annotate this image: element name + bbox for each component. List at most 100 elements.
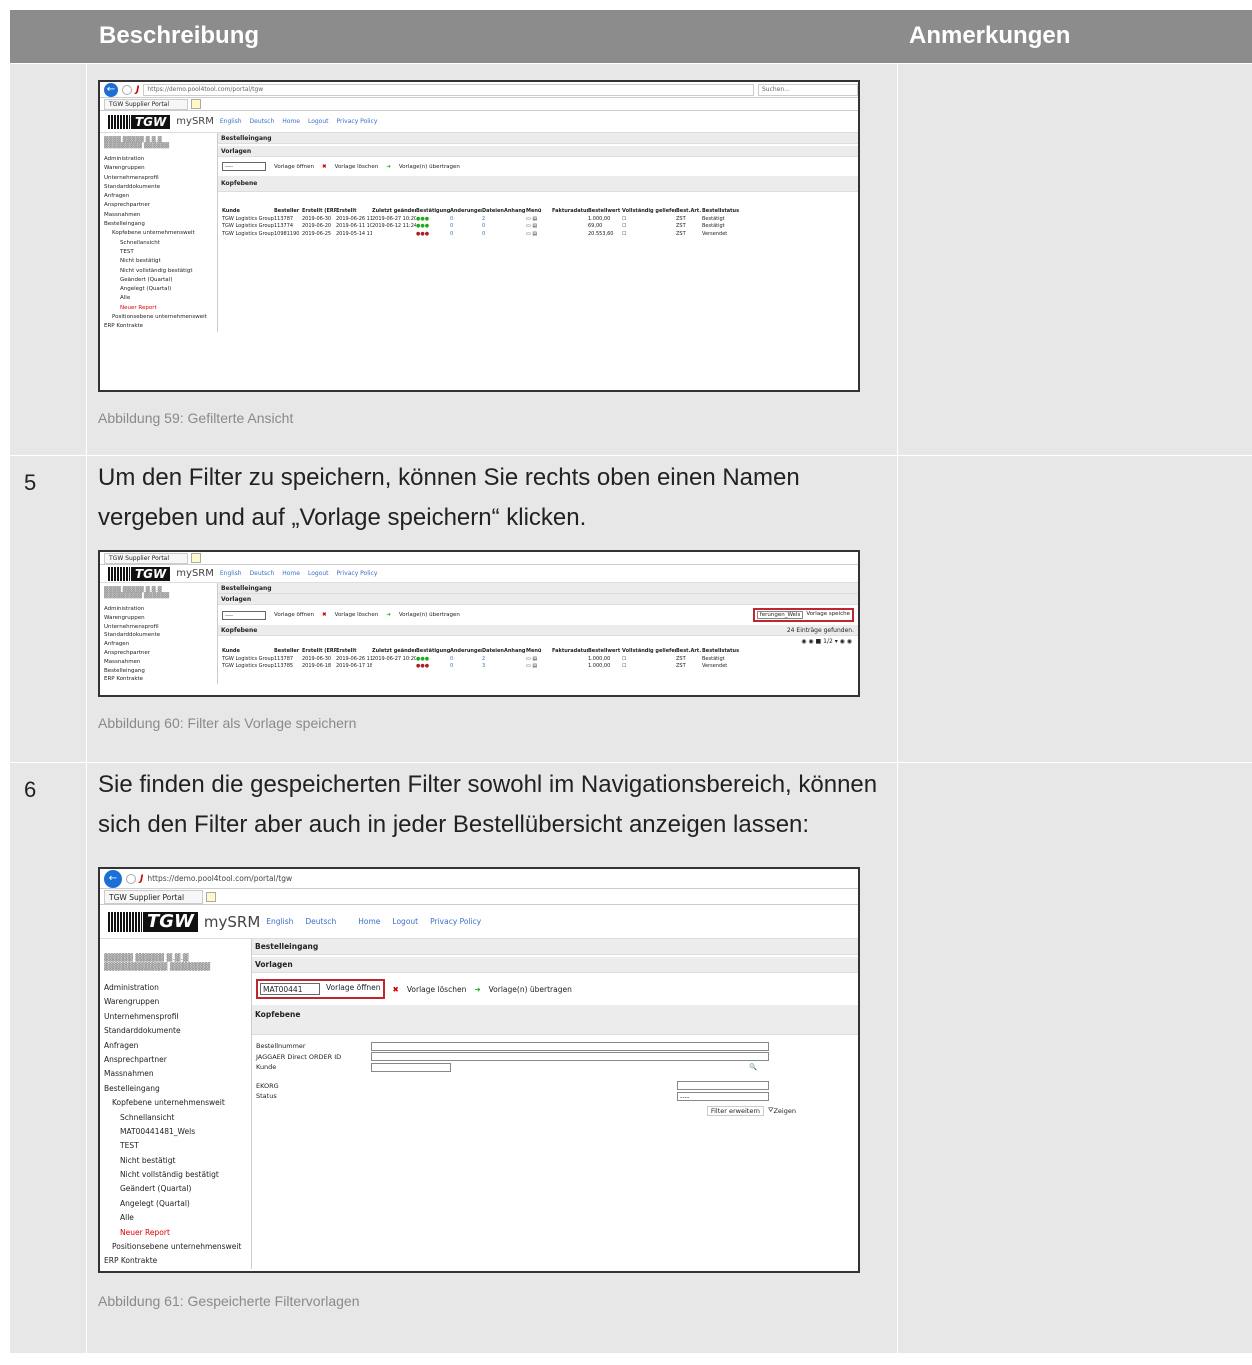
tab-bar: TGW Supplier Portal (100, 889, 858, 905)
forward-icon (122, 84, 132, 95)
sidebar-item: Schnellansicht (120, 239, 160, 246)
template-toolbar: MAT00441 Vorlage öffnen ✖ Vorlage lösche… (252, 973, 858, 1005)
step-text: Um den Filter zu speichern, können Sie r… (98, 464, 800, 531)
back-icon: ← (104, 82, 118, 97)
browser-bar: ← J https://demo.pool4tool.com/portal/tg… (100, 82, 858, 98)
browser-tab: TGW Supplier Portal (104, 552, 189, 564)
sidebar-item: Geändert (Quartal) (120, 276, 173, 283)
instruction-table: Beschreibung Anmerkungen ← J https://dem… (10, 10, 1252, 1353)
delete-icon: ✖ (392, 984, 399, 994)
brand-header: TGW mySRM English Deutsch Home Logout Privac… (100, 565, 858, 583)
figure-caption: Abbildung 60: Filter als Vorlage speiche… (98, 715, 357, 731)
browser-tab: TGW Supplier Portal (104, 889, 204, 904)
sidebar-item: Unternehmensprofil (104, 174, 159, 181)
template-select: MAT00441 (260, 983, 320, 995)
url-bar: https://demo.pool4tool.com/portal/tgw (147, 874, 293, 883)
mysrm-logo: mySRM (176, 116, 214, 127)
sidebar: ▓▓▓▓▓ ▓▓▓▓▓ ▓.▓.▓ ▓▓▓▓▓▓▓▓▓▓▓ ▓▓▓▓▓▓▓ Adm… (100, 939, 252, 1269)
sidebar: ▓▓▓▓ ▓▓▓▓▓ ▓.▓.▓ ▓▓▓▓▓▓▓▓▓ ▓▓▓▓▓▓ Adminis… (100, 133, 218, 332)
notes-cell (898, 64, 1252, 455)
sidebar-item: Nicht vollständig bestätigt (120, 267, 193, 274)
step-text: Sie finden die gespeicherten Filter sowo… (98, 771, 878, 838)
delete-template-button: Vorlage löschen (406, 984, 467, 994)
browser-bar: ← J https://demo.pool4tool.com/portal/tg… (100, 869, 858, 889)
link-home: Home (282, 118, 300, 125)
search-box: Suchen... (758, 83, 858, 96)
link-privacy: Privacy Policy (336, 118, 378, 125)
browser-tab: TGW Supplier Portal (104, 98, 189, 110)
sidebar-item: Standarddokumente (104, 183, 161, 190)
content-area: Bestelleingang Vorlagen MAT00441 Vorlage… (252, 939, 858, 1269)
jaggaer-logo-icon: J (136, 84, 140, 95)
table-row: TGW Logistics Group 113774 2019-06-20 2019-… (222, 223, 725, 229)
orders-table: Kunde Besteller Erstellt (ERP) Erstellt Zule… (222, 648, 740, 669)
page-title: Bestelleingang (252, 939, 858, 955)
template-toolbar: ---- Vorlage öffnen ✖ Vorlage löschen ➜ … (218, 157, 858, 176)
sidebar-item: Massnahmen (104, 211, 141, 218)
step-content: ← J https://demo.pool4tool.com/portal/tg… (87, 64, 898, 455)
forward-icon (126, 873, 136, 884)
show-button: Zeigen (773, 1106, 796, 1115)
table-row: TGW Logistics Group 113787 2019-06-30 2019-… (222, 215, 725, 222)
new-tab-icon (206, 891, 217, 902)
new-tab-icon (191, 99, 202, 109)
orders-table: Kunde Besteller Erstellt (ERP) Erstellt Zule… (218, 208, 858, 238)
table-header-row: Kunde Besteller Erstellt (ERP) Erstellt Zule… (222, 208, 740, 214)
step-number: 5 (10, 456, 87, 762)
screenshot-save-template: TGW Supplier Portal TGW mySRM English Deu… (98, 550, 860, 697)
app-main: ▓▓▓▓ ▓▓▓▓▓ ▓.▓.▓ ▓▓▓▓▓▓▓▓▓ ▓▓▓▓▓▓ Adminis… (100, 583, 858, 685)
template-toolbar: ---- Vorlage öffnen ✖ Vorlage löschen ➜ … (218, 605, 858, 625)
page-title: Bestelleingang (218, 133, 858, 144)
sidebar-item: Positionsebene unternehmensweit (112, 314, 207, 321)
sidebar-item: Ansprechpartner (104, 202, 151, 209)
top-links: English Deutsch Home Logout Privacy Poli… (220, 118, 378, 125)
arrow-icon: ➜ (386, 612, 391, 618)
figure-caption: Abbildung 59: Gefilterte Ansicht (98, 410, 294, 426)
filter-form: Bestellnummer JAGGAER Direct ORDER ID Ku… (256, 1041, 796, 1116)
search-icon: 🔍 (749, 1063, 758, 1072)
vorlagen-title: Vorlagen (218, 146, 858, 157)
step-number: 6 (10, 763, 87, 1353)
open-template-button: Vorlage öffnen (326, 983, 381, 992)
top-links: English Deutsch Home Logout Privacy Policy (219, 570, 378, 577)
mysrm-logo: mySRM (176, 568, 214, 579)
sidebar-item: Bestelleingang (104, 221, 145, 228)
kopfebene-title: Kopfebene (252, 1005, 858, 1035)
sidebar-item: Anfragen (104, 193, 130, 200)
transfer-template-button: Vorlage(n) übertragen (398, 163, 460, 170)
tab-bar: TGW Supplier Portal (100, 98, 858, 111)
company-name: ▓▓▓▓ ▓▓▓▓▓ ▓.▓.▓ ▓▓▓▓▓▓▓▓▓ ▓▓▓▓▓▓ (104, 587, 170, 599)
sidebar-item: TEST (120, 248, 134, 255)
link-logout: Logout (307, 118, 329, 125)
figure-caption: Abbildung 61: Gespeicherte Filtervorlage… (98, 1293, 360, 1309)
kopfebene-title: Kopfebene 24 Einträge gefunden. (218, 625, 858, 636)
step-content: Sie finden die gespeicherten Filter sowo… (87, 763, 898, 1353)
sidebar-item: Angelegt (Quartal) (120, 286, 172, 293)
delete-icon: ✖ (322, 163, 327, 170)
delete-icon: ✖ (322, 612, 327, 618)
table-row: 5 Um den Filter zu speichern, können Sie… (10, 455, 1252, 762)
table-header: Beschreibung Anmerkungen (10, 10, 1252, 63)
tgw-logo: TGW (108, 114, 171, 129)
sidebar-item: Alle (120, 295, 131, 302)
page-title: Bestelleingang (218, 583, 858, 594)
sidebar-item: ERP Kontrakte (104, 323, 144, 330)
arrow-icon: ➜ (474, 984, 481, 994)
transfer-template-button: Vorlage(n) übertragen (488, 984, 572, 994)
company-name: ▓▓▓▓▓ ▓▓▓▓▓ ▓.▓.▓ ▓▓▓▓▓▓▓▓▓▓▓ ▓▓▓▓▓▓▓ (104, 953, 211, 971)
delete-template-button: Vorlage löschen (334, 163, 379, 170)
top-links: English Deutsch Home Logout Privacy Policy (266, 917, 482, 926)
table-row: 6 Sie finden die gespeicherten Filter so… (10, 762, 1252, 1353)
sidebar: ▓▓▓▓ ▓▓▓▓▓ ▓.▓.▓ ▓▓▓▓▓▓▓▓▓ ▓▓▓▓▓▓ Adminis… (100, 583, 218, 685)
company-name: ▓▓▓▓ ▓▓▓▓▓ ▓.▓.▓ ▓▓▓▓▓▓▓▓▓ ▓▓▓▓▓▓ (104, 137, 170, 149)
num-header (10, 10, 87, 63)
tgw-logo: TGW (108, 911, 198, 932)
sidebar-item: Neuer Report (120, 304, 157, 311)
mysrm-logo: mySRM (203, 912, 261, 931)
new-tab-icon (191, 553, 202, 563)
notes-cell (898, 763, 1252, 1353)
link-english: English (219, 118, 242, 125)
tgw-logo: TGW (108, 566, 171, 581)
save-template-highlight: ferungen_Wels Vorlage speiche (752, 608, 854, 622)
desc-header: Beschreibung (99, 22, 260, 49)
